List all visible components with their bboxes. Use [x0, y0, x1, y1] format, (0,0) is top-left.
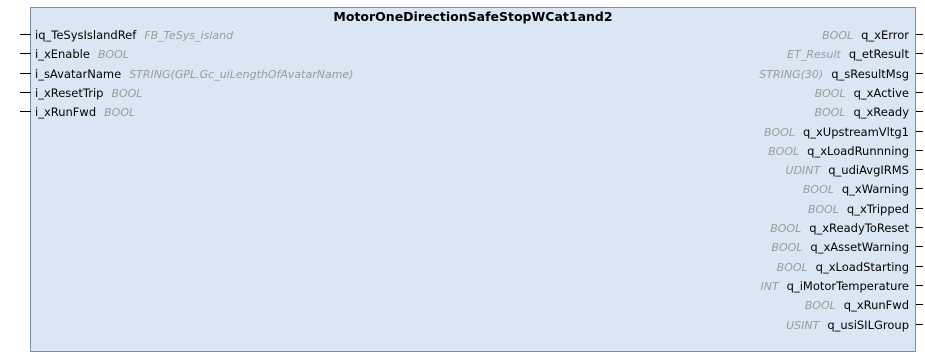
- input-pin-connector[interactable]: [20, 111, 31, 113]
- output-pin-type: BOOL: [768, 144, 800, 158]
- input-pin-type: BOOL: [97, 48, 129, 62]
- output-pin[interactable]: BOOL q_xReady: [814, 103, 909, 121]
- output-pin[interactable]: USINT q_usiSILGroup: [786, 316, 909, 334]
- output-pin-name: q_udiAvgIRMS: [828, 163, 909, 178]
- input-pin[interactable]: i_xRunFwd BOOL: [35, 103, 135, 121]
- output-pin-name: q_xError: [861, 28, 909, 42]
- output-pin[interactable]: BOOL q_xReadyToReset: [770, 219, 909, 237]
- output-pin[interactable]: STRING(30) q_sResultMsg: [759, 65, 909, 83]
- output-pin-connector[interactable]: [916, 130, 923, 132]
- output-pin-name: q_xReady: [853, 105, 909, 120]
- output-pin-name: q_xLoadStarting: [815, 259, 909, 274]
- output-pin-type: BOOL: [807, 202, 839, 216]
- output-pin-type: BOOL: [776, 260, 808, 274]
- output-pin-type: BOOL: [804, 299, 836, 313]
- output-pin-connector[interactable]: [916, 246, 923, 248]
- output-pin-type: ET_Result: [787, 48, 841, 62]
- output-pin-connector[interactable]: [916, 91, 923, 93]
- output-pin-connector[interactable]: [916, 207, 923, 209]
- input-pin[interactable]: iq_TeSysIslandRef FB_TeSys_island: [35, 26, 233, 44]
- output-pin[interactable]: BOOL q_xLoadRunnning: [768, 142, 909, 160]
- output-pin-type: BOOL: [802, 183, 834, 197]
- output-pin-connector[interactable]: [916, 149, 923, 151]
- output-pin-name: q_xLoadRunnning: [807, 143, 909, 158]
- output-pin-type: BOOL: [814, 86, 846, 100]
- input-pin-name: i_sAvatarName: [35, 66, 122, 81]
- input-pin-type: BOOL: [111, 86, 143, 100]
- output-pin-type: UDINT: [785, 164, 821, 178]
- input-pin-name: i_xRunFwd: [35, 105, 97, 120]
- output-pin-connector[interactable]: [916, 111, 923, 113]
- output-pin-name: q_xUpstreamVltg1: [802, 124, 909, 139]
- output-pin[interactable]: BOOL q_xUpstreamVltg1: [764, 123, 909, 141]
- output-pin-name: q_xAssetWarning: [810, 240, 909, 255]
- input-pin[interactable]: i_xEnable BOOL: [35, 45, 129, 63]
- output-pin-name: q_xRunFwd: [843, 298, 909, 313]
- output-pin[interactable]: BOOL q_xActive: [815, 84, 909, 102]
- output-pin-type: BOOL: [771, 241, 803, 255]
- input-pin-name: iq_TeSysIslandRef: [35, 28, 137, 42]
- block-title: MotorOneDirectionSafeStopWCat1and2: [333, 9, 613, 24]
- input-pin[interactable]: i_xResetTrip BOOL: [35, 84, 142, 102]
- output-pin-type: BOOL: [822, 29, 854, 42]
- input-pin-type: FB_TeSys_island: [144, 29, 234, 42]
- output-pin-connector[interactable]: [916, 34, 923, 35]
- output-pin[interactable]: BOOL q_xLoadStarting: [777, 258, 909, 276]
- output-pin-type: USINT: [786, 318, 820, 332]
- output-pin-connector[interactable]: [916, 323, 923, 325]
- output-pin-type: STRING(30): [759, 67, 824, 81]
- output-pin-name: q_usiSILGroup: [827, 317, 909, 332]
- input-pin-type: STRING(GPL.Gc_uiLengthOfAvatarName): [129, 67, 354, 81]
- output-pin-connector[interactable]: [916, 72, 923, 74]
- output-pin-name: q_xReadyToReset: [809, 221, 909, 235]
- output-pin-connector[interactable]: [916, 265, 923, 267]
- input-pin-type: BOOL: [104, 106, 136, 120]
- input-pin-connector[interactable]: [20, 72, 31, 74]
- output-pin[interactable]: ET_Result q_etResult: [787, 45, 909, 63]
- input-pin-name: i_xEnable: [35, 47, 90, 62]
- output-pin-connector[interactable]: [916, 284, 923, 286]
- output-pin-name: q_iMotorTemperature: [786, 278, 909, 293]
- output-pin[interactable]: UDINT q_udiAvgIRMS: [786, 161, 909, 179]
- output-pin-connector[interactable]: [916, 53, 923, 55]
- input-pin-connector[interactable]: [20, 34, 31, 35]
- output-pin-type: BOOL: [814, 106, 846, 120]
- output-pin-name: q_sResultMsg: [831, 66, 909, 81]
- output-pin-connector[interactable]: [916, 304, 923, 306]
- output-pin-type: INT: [760, 279, 779, 293]
- output-pin-connector[interactable]: [916, 188, 923, 190]
- output-pin-name: q_xWarning: [841, 182, 909, 197]
- input-pin-connector[interactable]: [20, 53, 31, 55]
- output-pin-name: q_xTripped: [846, 201, 909, 216]
- input-pin-connector[interactable]: [20, 91, 31, 93]
- output-pin-connector[interactable]: [916, 227, 923, 228]
- output-pin-connector[interactable]: [916, 169, 923, 171]
- output-pin[interactable]: INT q_iMotorTemperature: [760, 277, 909, 295]
- function-block[interactable]: MotorOneDirectionSafeStopWCat1and2 iq_Te…: [30, 7, 916, 352]
- output-pin[interactable]: BOOL q_xError: [822, 26, 909, 44]
- output-pin-name: q_etResult: [848, 47, 909, 62]
- output-pin-type: BOOL: [770, 222, 802, 235]
- input-pin-name: i_xResetTrip: [35, 85, 104, 100]
- output-pin-type: BOOL: [763, 125, 795, 139]
- output-pin[interactable]: BOOL q_xAssetWarning: [771, 238, 909, 256]
- output-pin[interactable]: BOOL q_xTripped: [808, 200, 909, 218]
- output-pin[interactable]: BOOL q_xRunFwd: [805, 296, 909, 314]
- output-pin-name: q_xActive: [853, 85, 909, 100]
- input-pin[interactable]: i_sAvatarName STRING(GPL.Gc_uiLengthOfAva…: [35, 65, 353, 83]
- output-pin[interactable]: BOOL q_xWarning: [803, 180, 909, 198]
